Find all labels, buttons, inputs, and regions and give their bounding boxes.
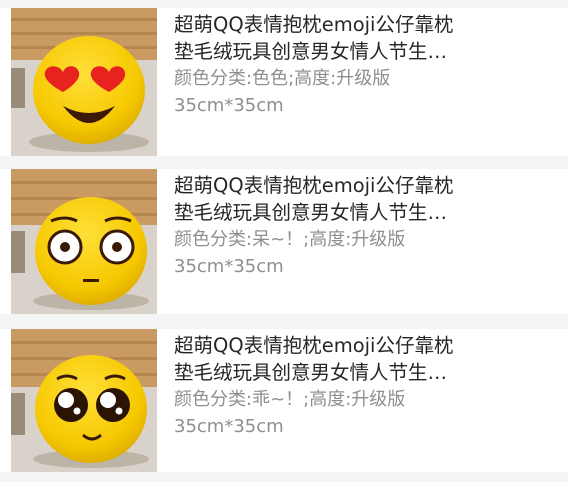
product-sku: 颜色分类:乖~！;高度:升级版 35cm*35cm <box>174 386 554 440</box>
list-item[interactable]: 超萌QQ表情抱枕emoji公仔靠枕 垫毛绒玩具创意男女情人节生… 颜色分类:呆~… <box>0 169 568 314</box>
list-item[interactable]: 超萌QQ表情抱枕emoji公仔靠枕 垫毛绒玩具创意男女情人节生… 颜色分类:乖~… <box>0 329 568 472</box>
product-sku: 颜色分类:色色;高度:升级版 35cm*35cm <box>174 65 554 119</box>
sku-spec-line: 颜色分类:乖~！;高度:升级版 <box>174 389 406 410</box>
product-title-line: 垫毛绒玩具创意男女情人节生… <box>174 361 448 384</box>
sku-size-line: 35cm*35cm <box>174 256 284 277</box>
product-title-line: 超萌QQ表情抱枕emoji公仔靠枕 <box>174 334 454 357</box>
list-item[interactable]: 超萌QQ表情抱枕emoji公仔靠枕 垫毛绒玩具创意男女情人节生… 颜色分类:色色… <box>0 8 568 156</box>
product-thumbnail[interactable] <box>11 329 157 472</box>
product-title-line: 超萌QQ表情抱枕emoji公仔靠枕 <box>174 13 454 36</box>
sku-spec-line: 颜色分类:色色;高度:升级版 <box>174 68 391 89</box>
sku-size-line: 35cm*35cm <box>174 95 284 116</box>
product-title-line: 垫毛绒玩具创意男女情人节生… <box>174 201 448 224</box>
dazed-emoji-pillow-image <box>11 169 157 314</box>
product-thumbnail[interactable] <box>11 8 157 156</box>
product-sku: 颜色分类:呆~！;高度:升级版 35cm*35cm <box>174 226 554 280</box>
product-title-line: 垫毛绒玩具创意男女情人节生… <box>174 40 448 63</box>
heart-eyes-emoji-pillow-image <box>11 8 157 156</box>
sku-size-line: 35cm*35cm <box>174 416 284 437</box>
product-title[interactable]: 超萌QQ表情抱枕emoji公仔靠枕 垫毛绒玩具创意男女情人节生… <box>174 11 554 65</box>
product-title-line: 超萌QQ表情抱枕emoji公仔靠枕 <box>174 174 454 197</box>
product-thumbnail[interactable] <box>11 169 157 314</box>
product-list: 超萌QQ表情抱枕emoji公仔靠枕 垫毛绒玩具创意男女情人节生… 颜色分类:色色… <box>0 0 568 482</box>
sku-spec-line: 颜色分类:呆~！;高度:升级版 <box>174 229 406 250</box>
product-title[interactable]: 超萌QQ表情抱枕emoji公仔靠枕 垫毛绒玩具创意男女情人节生… <box>174 172 554 226</box>
product-title[interactable]: 超萌QQ表情抱枕emoji公仔靠枕 垫毛绒玩具创意男女情人节生… <box>174 332 554 386</box>
product-info: 超萌QQ表情抱枕emoji公仔靠枕 垫毛绒玩具创意男女情人节生… 颜色分类:乖~… <box>174 332 554 440</box>
product-info: 超萌QQ表情抱枕emoji公仔靠枕 垫毛绒玩具创意男女情人节生… 颜色分类:呆~… <box>174 172 554 280</box>
product-info: 超萌QQ表情抱枕emoji公仔靠枕 垫毛绒玩具创意男女情人节生… 颜色分类:色色… <box>174 11 554 119</box>
cute-teary-eyes-emoji-pillow-image <box>11 329 157 472</box>
